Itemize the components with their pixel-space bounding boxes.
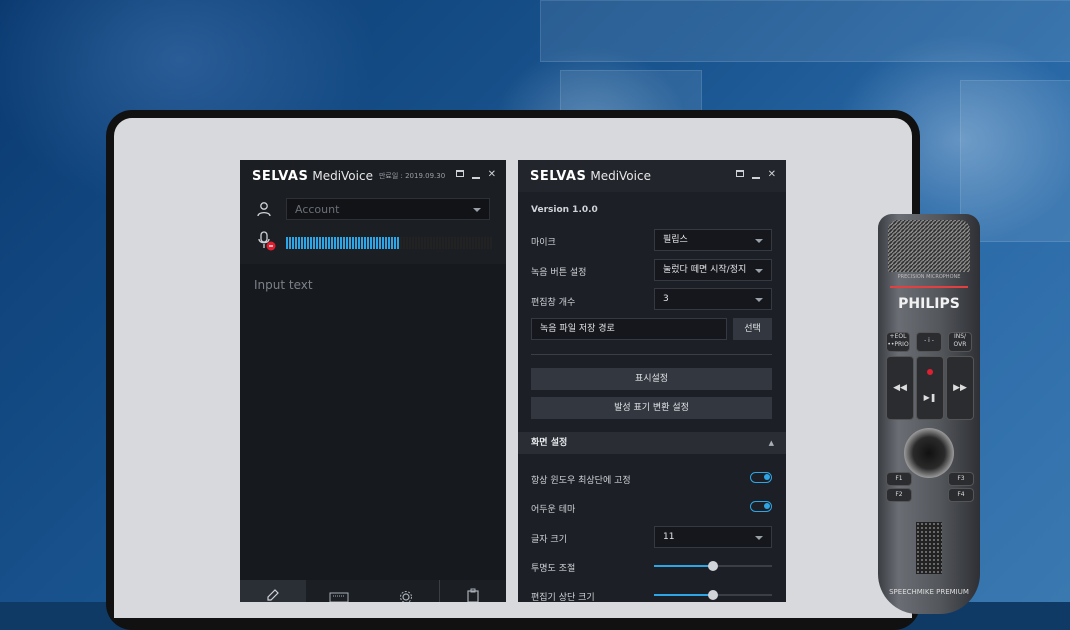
- mic-label: 마이크: [531, 238, 556, 248]
- editor-top-size-fill: [654, 594, 713, 596]
- device-brand: PHILIPS: [898, 296, 960, 312]
- mic-value: 필립스: [663, 235, 688, 245]
- editor-top-size-handle[interactable]: [708, 590, 718, 600]
- pencil-icon: [267, 589, 279, 601]
- record-button-label: 녹음 버튼 설정: [531, 268, 587, 278]
- section-title: 화면 설정: [531, 438, 568, 448]
- account-dropdown[interactable]: Account: [286, 198, 490, 220]
- device-top-label: PRECISION MICROPHONE: [897, 274, 961, 280]
- f4-button: F4: [948, 488, 974, 502]
- save-path-field[interactable]: 녹음 파일 저장 경로: [531, 318, 727, 340]
- chevron-down-icon: [473, 208, 481, 212]
- select-path-button[interactable]: 선택: [733, 318, 772, 340]
- f3-button: F3: [948, 472, 974, 486]
- brand-logo: SELVAS: [530, 168, 587, 184]
- device-model-label: SPEECHMIKE PREMIUM: [889, 588, 969, 596]
- record-button-select[interactable]: 눌렀다 떼면 시작/정지: [654, 259, 772, 281]
- philips-speechmike-device: PRECISION MICROPHONE PHILIPS +EOL ••PRIO…: [878, 214, 980, 614]
- always-on-top-label: 항상 윈도우 최상단에 고정: [531, 476, 631, 486]
- navigation-trackball: [904, 428, 954, 478]
- dictation-window: SELVAS MediVoice 만료일 : 2019.09.30 ✕ Acco…: [240, 160, 506, 602]
- close-icon[interactable]: ✕: [488, 170, 496, 180]
- play-pause-icon: ▶❚: [923, 393, 937, 402]
- save-path-value: 녹음 파일 저장 경로: [540, 324, 615, 334]
- audio-level-fill: [286, 237, 400, 249]
- settings-window: SELVAS MediVoice ✕ Version 1.0.0 마이크 필립스…: [518, 160, 786, 603]
- record-button-value: 눌렀다 떼면 시작/정지: [663, 265, 747, 275]
- mic-select[interactable]: 필립스: [654, 229, 772, 251]
- title-bar: SELVAS MediVoice 만료일 : 2019.09.30 ✕: [240, 160, 506, 192]
- text-input-area[interactable]: Input text: [254, 278, 313, 292]
- f2-button: F2: [886, 488, 912, 502]
- pronunciation-settings-button[interactable]: 발성 표기 변환 설정: [531, 397, 772, 419]
- keyboard-tab[interactable]: [306, 580, 372, 602]
- info-button: - i -: [916, 332, 942, 352]
- account-placeholder: Account: [295, 203, 340, 216]
- dark-theme-toggle[interactable]: [750, 501, 772, 512]
- dark-theme-label: 어두운 테마: [531, 505, 576, 515]
- maximize-icon[interactable]: [455, 170, 464, 177]
- fast-forward-icon: ▶▶: [946, 356, 974, 420]
- edit-tab[interactable]: [240, 580, 307, 602]
- maximize-icon[interactable]: [735, 170, 744, 177]
- microphone-muted-icon[interactable]: [256, 230, 278, 252]
- font-size-value: 11: [663, 532, 675, 542]
- edit-count-value: 3: [663, 294, 669, 304]
- opacity-slider[interactable]: [654, 561, 772, 571]
- opacity-slider-handle[interactable]: [708, 561, 718, 571]
- chevron-down-icon: [755, 536, 763, 540]
- keyboard-icon: [329, 592, 349, 602]
- font-size-select[interactable]: 11: [654, 526, 772, 548]
- speaker-grille: [916, 522, 942, 574]
- eol-prio-button: +EOL ••PRIO: [886, 332, 910, 352]
- expiry-date: 만료일 : 2019.09.30: [378, 172, 446, 180]
- clipboard-icon: [467, 588, 479, 602]
- always-on-top-toggle[interactable]: [750, 472, 772, 483]
- user-icon: [257, 202, 271, 217]
- chevron-down-icon: [755, 269, 763, 273]
- edit-count-select[interactable]: 3: [654, 288, 772, 310]
- editor-top-size-slider[interactable]: [654, 590, 772, 600]
- product-name: MediVoice: [590, 169, 651, 183]
- rewind-icon: ◀◀: [886, 356, 914, 420]
- record-icon: [927, 369, 933, 375]
- opacity-label: 투명도 조절: [531, 564, 576, 574]
- bottom-toolbar: [240, 580, 506, 602]
- divider: [531, 354, 772, 355]
- laptop-screen: [114, 118, 912, 618]
- gear-icon: [399, 591, 412, 602]
- record-play-button: ▶❚: [916, 356, 944, 420]
- chevron-up-icon: ▲: [768, 439, 774, 447]
- microphone-grille: [888, 220, 970, 272]
- title-bar: SELVAS MediVoice ✕: [518, 160, 786, 192]
- font-size-label: 글자 크기: [531, 535, 567, 545]
- minimize-icon[interactable]: [751, 177, 760, 179]
- chevron-down-icon: [755, 239, 763, 243]
- brand-logo: SELVAS: [252, 168, 309, 184]
- version-label: Version 1.0.0: [531, 205, 598, 215]
- screen-settings-header[interactable]: 화면 설정 ▲: [518, 432, 786, 454]
- chevron-down-icon: [755, 298, 763, 302]
- editor-top-size-label: 편집기 상단 크기: [531, 593, 595, 603]
- edit-count-label: 편집창 개수: [531, 298, 576, 308]
- audio-level-meter: [286, 237, 492, 249]
- f1-button: F1: [886, 472, 912, 486]
- ins-ovr-button: INS/ OVR: [948, 332, 972, 352]
- opacity-slider-fill: [654, 565, 713, 567]
- close-icon[interactable]: ✕: [768, 170, 776, 180]
- display-settings-button[interactable]: 표시설정: [531, 368, 772, 390]
- minimize-icon[interactable]: [471, 177, 480, 179]
- product-name: MediVoice: [312, 169, 373, 183]
- settings-tab[interactable]: [373, 580, 439, 602]
- red-indicator-line: [890, 286, 968, 288]
- clipboard-tab[interactable]: [438, 580, 506, 602]
- account-panel: Account: [240, 192, 506, 264]
